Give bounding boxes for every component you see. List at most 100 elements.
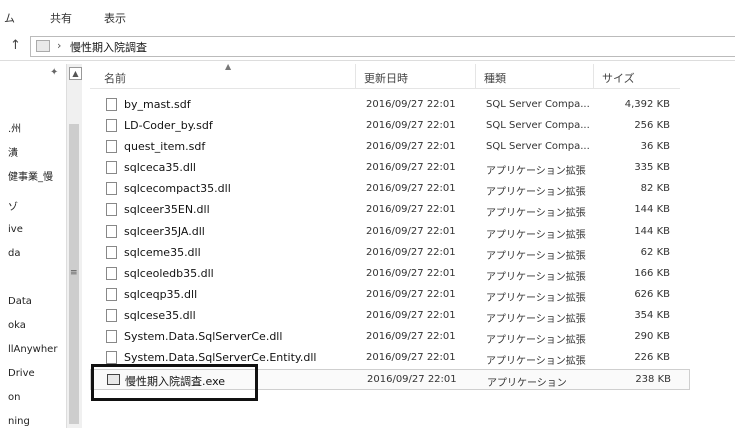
tab-share[interactable]: 共有 xyxy=(50,10,72,26)
address-bar-row: ↑ › 慢性期入院調査 xyxy=(0,32,735,61)
dll-icon xyxy=(106,287,117,301)
file-date: 2016/09/27 22:01 xyxy=(366,99,456,110)
file-date: 2016/09/27 22:01 xyxy=(366,141,456,153)
file-name: System.Data.SqlServerCe.dll xyxy=(124,330,283,344)
file-type: SQL Server Compa... xyxy=(486,141,590,153)
file-row[interactable]: quest_item.sdf 2016/09/27 22:01 SQL Server… xyxy=(90,137,690,158)
pin-icon[interactable]: ✦ xyxy=(50,67,58,78)
file-size: 62 KB xyxy=(640,246,670,258)
file-date: 2016/09/27 22:01 xyxy=(366,267,456,279)
folder-icon xyxy=(36,40,50,52)
nav-item[interactable]: ning xyxy=(8,416,30,427)
up-arrow-icon[interactable]: ↑ xyxy=(10,38,21,53)
file-date: 2016/09/27 22:01 xyxy=(366,246,456,258)
nav-item[interactable]: ゾ xyxy=(8,198,18,213)
file-name: sqlceer35EN.dll xyxy=(124,203,210,217)
dll-icon xyxy=(106,266,117,280)
file-type: アプリケーション拡張 xyxy=(486,187,586,199)
file-size: 144 KB xyxy=(634,204,670,216)
nav-item[interactable]: 健事業_慢 xyxy=(8,168,53,183)
file-date: 2016/09/27 22:01 xyxy=(366,331,456,343)
file-row[interactable]: by_mast.sdf 2016/09/27 22:01 SQL Server Co… xyxy=(90,95,690,116)
ribbon: ム 共有 表示 xyxy=(0,0,735,32)
nav-item[interactable]: 潰 xyxy=(8,144,18,159)
file-type: アプリケーション拡張 xyxy=(486,335,586,347)
file-name: sqlceqp35.dll xyxy=(124,287,198,301)
file-name: sqlcese35.dll xyxy=(124,308,196,322)
file-size: 144 KB xyxy=(634,225,670,237)
file-row[interactable]: sqlceoledb35.dll 2016/09/27 22:01 アプリケーション… xyxy=(90,264,690,285)
file-type: SQL Server Compa... xyxy=(486,99,590,110)
file-type: アプリケーション拡張 xyxy=(486,292,586,304)
breadcrumb-current[interactable]: 慢性期入院調査 xyxy=(70,39,147,55)
nav-item[interactable]: Drive xyxy=(8,368,35,379)
file-icon xyxy=(106,140,117,154)
nav-item[interactable]: oka xyxy=(8,320,26,331)
file-size: 238 KB xyxy=(635,374,671,386)
nav-scrollbar[interactable]: ▲ ≡ xyxy=(66,64,82,428)
dll-icon xyxy=(106,351,117,365)
tab-home[interactable]: ム xyxy=(4,10,15,26)
file-row[interactable]: sqlcecompact35.dll 2016/09/27 22:01 アプリケーシ… xyxy=(90,179,690,200)
file-row[interactable]: sqlceca35.dll 2016/09/27 22:01 アプリケーション拡張 3… xyxy=(90,158,690,179)
address-bar[interactable]: › 慢性期入院調査 xyxy=(30,36,735,57)
breadcrumb-separator: › xyxy=(57,39,62,52)
scroll-up-button[interactable]: ▲ xyxy=(69,67,82,80)
file-date: 2016/09/27 22:01 xyxy=(366,162,456,174)
file-type: アプリケーション拡張 xyxy=(486,166,586,178)
nav-item[interactable]: ive xyxy=(8,224,23,235)
file-size: 354 KB xyxy=(634,309,670,321)
dll-icon xyxy=(106,245,117,259)
file-date: 2016/09/27 22:01 xyxy=(366,309,456,321)
file-date: 2016/09/27 22:01 xyxy=(367,374,457,386)
file-row[interactable]: sqlcese35.dll 2016/09/27 22:01 アプリケーション拡張 3… xyxy=(90,306,690,327)
file-type: アプリケーション拡張 xyxy=(486,208,586,220)
column-name[interactable]: 名前 xyxy=(104,70,126,86)
file-size: 256 KB xyxy=(634,120,670,132)
file-type: アプリケーション拡張 xyxy=(486,271,586,283)
file-type: アプリケーション拡張 xyxy=(486,250,586,262)
nav-item[interactable]: da xyxy=(8,248,20,259)
nav-item[interactable]: Data xyxy=(8,296,32,307)
file-list: by_mast.sdf 2016/09/27 22:01 SQL Server Co… xyxy=(90,95,690,391)
nav-item[interactable]: on xyxy=(8,392,20,403)
file-name: System.Data.SqlServerCe.Entity.dll xyxy=(124,351,317,365)
file-size: 166 KB xyxy=(634,267,670,279)
tab-view[interactable]: 表示 xyxy=(104,10,126,26)
column-size[interactable]: サイズ xyxy=(602,70,635,86)
file-type: アプリケーション拡張 xyxy=(486,229,586,241)
dll-icon xyxy=(106,182,117,196)
file-date: 2016/09/27 22:01 xyxy=(366,352,456,364)
highlight-frame xyxy=(91,364,258,401)
file-name: sqlcecompact35.dll xyxy=(124,182,231,196)
file-size: 82 KB xyxy=(640,183,670,195)
column-divider[interactable] xyxy=(355,64,356,88)
file-row[interactable]: sqlceer35EN.dll 2016/09/27 22:01 アプリケーション拡… xyxy=(90,200,690,221)
file-row[interactable]: System.Data.SqlServerCe.dll 2016/09/27 22… xyxy=(90,327,690,348)
file-date: 2016/09/27 22:01 xyxy=(366,204,456,216)
nav-item[interactable]: llAnywher xyxy=(8,344,57,355)
file-size: 4,392 KB xyxy=(624,99,670,110)
file-row[interactable]: sqlceqp35.dll 2016/09/27 22:01 アプリケーション拡張 6… xyxy=(90,285,690,306)
column-divider[interactable] xyxy=(475,64,476,88)
dll-icon xyxy=(106,161,117,175)
file-size: 290 KB xyxy=(634,331,670,343)
file-type: アプリケーション xyxy=(487,378,567,390)
sort-ascending-icon: ▲ xyxy=(225,62,232,71)
file-date: 2016/09/27 22:01 xyxy=(366,120,456,132)
dll-icon xyxy=(106,203,117,217)
file-row[interactable]: sqlceme35.dll 2016/09/27 22:01 アプリケーション拡張 6… xyxy=(90,243,690,264)
nav-item[interactable]: .州 xyxy=(8,120,21,135)
file-name: by_mast.sdf xyxy=(124,98,191,111)
column-divider[interactable] xyxy=(593,64,594,88)
file-name: sqlceoledb35.dll xyxy=(124,266,214,280)
file-row[interactable]: LD-Coder_by.sdf 2016/09/27 22:01 SQL Serve… xyxy=(90,116,690,137)
file-size: 36 KB xyxy=(640,141,670,153)
file-size: 335 KB xyxy=(634,162,670,174)
column-date[interactable]: 更新日時 xyxy=(364,70,408,86)
column-type[interactable]: 種類 xyxy=(484,70,506,86)
scroll-grip-icon: ≡ xyxy=(70,268,78,278)
file-type: アプリケーション拡張 xyxy=(486,356,586,368)
file-size: 626 KB xyxy=(634,288,670,300)
file-row[interactable]: sqlceer35JA.dll 2016/09/27 22:01 アプリケーション拡… xyxy=(90,222,690,243)
